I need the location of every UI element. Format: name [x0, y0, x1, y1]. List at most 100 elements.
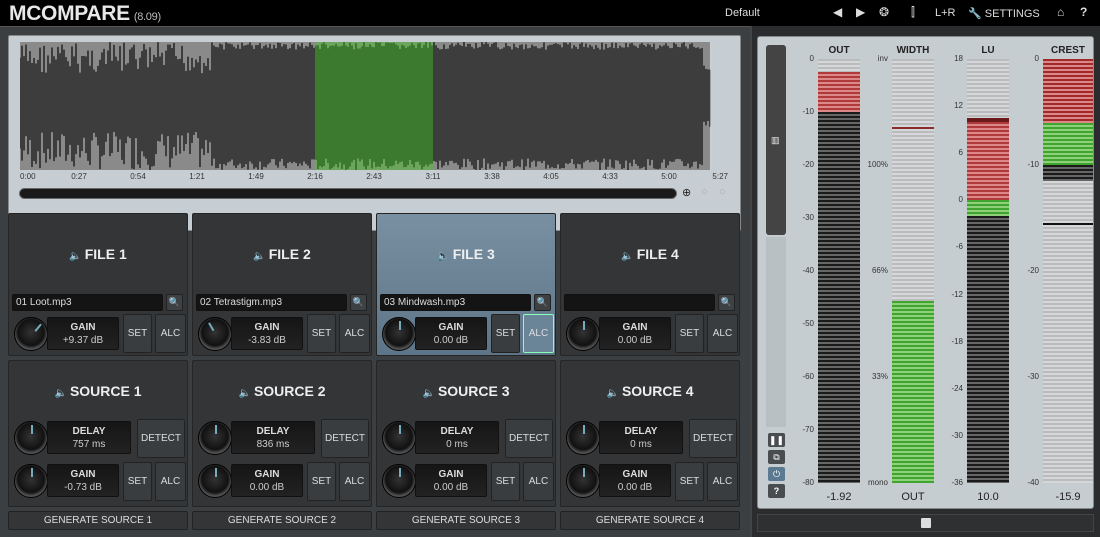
gain-knob[interactable]	[382, 317, 416, 351]
set-button[interactable]: SET	[491, 462, 520, 501]
source-panel[interactable]: 🔈 SOURCE 4 DELAY 0 ms DETECT GAIN 0.00 dB S…	[560, 360, 740, 507]
detect-button[interactable]: DETECT	[505, 419, 553, 458]
alc-button[interactable]: ALC	[523, 462, 554, 501]
knob-indicator	[215, 425, 217, 434]
selection-region[interactable]	[315, 42, 433, 170]
detect-button[interactable]: DETECT	[689, 419, 737, 458]
generate-source-button[interactable]: GENERATE SOURCE 3	[376, 511, 556, 530]
detect-button[interactable]: DETECT	[321, 419, 369, 458]
meter-title-crest: CREST	[1051, 45, 1085, 56]
alc-button[interactable]: ALC	[707, 462, 738, 501]
set-button[interactable]: SET	[675, 314, 704, 353]
gain-knob[interactable]	[566, 317, 600, 351]
generate-source-button[interactable]: GENERATE SOURCE 2	[192, 511, 372, 530]
meter-scale-label: -50	[802, 319, 814, 328]
gain-display[interactable]: GAIN -3.83 dB	[231, 317, 303, 350]
source-title[interactable]: 🔈 SOURCE 2	[193, 383, 371, 399]
file-panel[interactable]: 🔈 FILE 3 03 Mindwash.mp3 🔍 GAIN 0.00 dB SE…	[376, 213, 556, 356]
gain-display[interactable]: GAIN 0.00 dB	[415, 317, 487, 350]
gain-value: +9.37 dB	[62, 335, 104, 346]
alc-button[interactable]: ALC	[339, 462, 370, 501]
meter-sidebar-handle[interactable]: ▥	[766, 45, 786, 235]
alc-button[interactable]: ALC	[523, 314, 554, 353]
file-title[interactable]: 🔈 FILE 1	[9, 246, 187, 262]
set-button[interactable]: SET	[307, 314, 336, 353]
delay-display[interactable]: DELAY 0 ms	[415, 421, 499, 454]
delay-display[interactable]: DELAY 836 ms	[231, 421, 315, 454]
gain-knob[interactable]	[382, 464, 416, 498]
waveform-display[interactable]	[20, 42, 728, 170]
alc-button[interactable]: ALC	[707, 314, 738, 353]
filename-field[interactable]	[564, 294, 715, 311]
browse-file-button[interactable]: 🔍	[534, 294, 551, 311]
meter-scale-label: 0	[958, 195, 963, 205]
horizontal-scrollbar[interactable]	[19, 188, 677, 199]
source-panel[interactable]: 🔈 SOURCE 2 DELAY 836 ms DETECT GAIN 0.00 dB…	[192, 360, 372, 507]
delay-knob[interactable]	[566, 421, 600, 455]
delay-display[interactable]: DELAY 0 ms	[599, 421, 683, 454]
detect-button[interactable]: DETECT	[137, 419, 185, 458]
file-title[interactable]: 🔈 FILE 2	[193, 246, 371, 262]
set-button[interactable]: SET	[123, 314, 152, 353]
gain-knob[interactable]	[198, 317, 232, 351]
gain-display[interactable]: GAIN +9.37 dB	[47, 317, 119, 350]
alc-button[interactable]: ALC	[339, 314, 370, 353]
delay-knob[interactable]	[382, 421, 416, 455]
file-title[interactable]: 🔈 FILE 3	[377, 246, 555, 262]
set-button[interactable]: SET	[123, 462, 152, 501]
gain-display[interactable]: GAIN 0.00 dB	[599, 317, 671, 350]
set-button[interactable]: SET	[675, 462, 704, 501]
delay-display[interactable]: DELAY 757 ms	[47, 421, 131, 454]
delay-knob[interactable]	[14, 421, 48, 455]
preset-selector[interactable]: Default	[725, 7, 760, 19]
gain-display[interactable]: GAIN -0.73 dB	[47, 464, 119, 497]
zoom-out-icon[interactable]: ○	[701, 186, 708, 198]
file-title-label: FILE 3	[452, 246, 495, 262]
set-button[interactable]: SET	[307, 462, 336, 501]
prev-preset-icon[interactable]: ◀	[833, 5, 842, 19]
file-title[interactable]: 🔈 FILE 4	[561, 246, 739, 262]
browse-file-button[interactable]: 🔍	[350, 294, 367, 311]
source-title[interactable]: 🔈 SOURCE 3	[377, 383, 555, 399]
gain-display[interactable]: GAIN 0.00 dB	[599, 464, 671, 497]
top-bar: MCOMPARE (8.09) Default ◀ ▶ ❂ ⫿ L+R 🔧 SET…	[0, 0, 1100, 26]
gain-display[interactable]: GAIN 0.00 dB	[415, 464, 487, 497]
browse-file-button[interactable]: 🔍	[718, 294, 735, 311]
randomize-icon[interactable]: ❂	[879, 5, 889, 19]
source-panel[interactable]: 🔈 SOURCE 3 DELAY 0 ms DETECT GAIN 0.00 dB S…	[376, 360, 556, 507]
settings-button[interactable]: 🔧 SETTINGS	[968, 7, 1040, 20]
gain-display[interactable]: GAIN 0.00 dB	[231, 464, 303, 497]
channel-icon[interactable]: ⫿	[911, 5, 915, 20]
filename-field[interactable]: 02 Tetrastigm.mp3	[196, 294, 347, 311]
set-button[interactable]: SET	[491, 314, 520, 353]
zoom-reset-icon[interactable]: ○	[719, 186, 726, 198]
home-icon[interactable]: ⌂	[1057, 5, 1064, 19]
alc-button[interactable]: ALC	[155, 314, 186, 353]
gain-knob[interactable]	[14, 464, 48, 498]
alc-button[interactable]: ALC	[155, 462, 186, 501]
source-title[interactable]: 🔈 SOURCE 1	[9, 383, 187, 399]
channel-mode-button[interactable]: L+R	[935, 7, 956, 19]
generate-source-button[interactable]: GENERATE SOURCE 1	[8, 511, 188, 530]
source-title[interactable]: 🔈 SOURCE 4	[561, 383, 739, 399]
gain-knob[interactable]	[566, 464, 600, 498]
pause-icon[interactable]: ❚❚	[768, 433, 785, 447]
meter-scale-label: -18	[951, 336, 963, 346]
next-preset-icon[interactable]: ▶	[856, 5, 865, 19]
zoom-in-icon[interactable]: ⊕	[682, 186, 691, 199]
file-title-label: FILE 1	[84, 246, 127, 262]
source-panel[interactable]: 🔈 SOURCE 1 DELAY 757 ms DETECT GAIN -0.73 d…	[8, 360, 188, 507]
file-panel[interactable]: 🔈 FILE 1 01 Loot.mp3 🔍 GAIN +9.37 dB SET A…	[8, 213, 188, 356]
filename-field[interactable]: 01 Loot.mp3	[12, 294, 163, 311]
collapse-icon[interactable]	[921, 518, 931, 528]
detach-icon[interactable]: ⧉	[768, 450, 785, 464]
delay-knob[interactable]	[198, 421, 232, 455]
file-panel[interactable]: 🔈 FILE 2 02 Tetrastigm.mp3 🔍 GAIN -3.83 dB…	[192, 213, 372, 356]
filename-field[interactable]: 03 Mindwash.mp3	[380, 294, 531, 311]
file-panel[interactable]: 🔈 FILE 4 🔍 GAIN 0.00 dB SET ALC	[560, 213, 740, 356]
generate-source-button[interactable]: GENERATE SOURCE 4	[560, 511, 740, 530]
gain-knob[interactable]	[198, 464, 232, 498]
browse-file-button[interactable]: 🔍	[166, 294, 183, 311]
help-icon[interactable]: ?	[1080, 5, 1087, 19]
gain-knob[interactable]	[14, 317, 48, 351]
